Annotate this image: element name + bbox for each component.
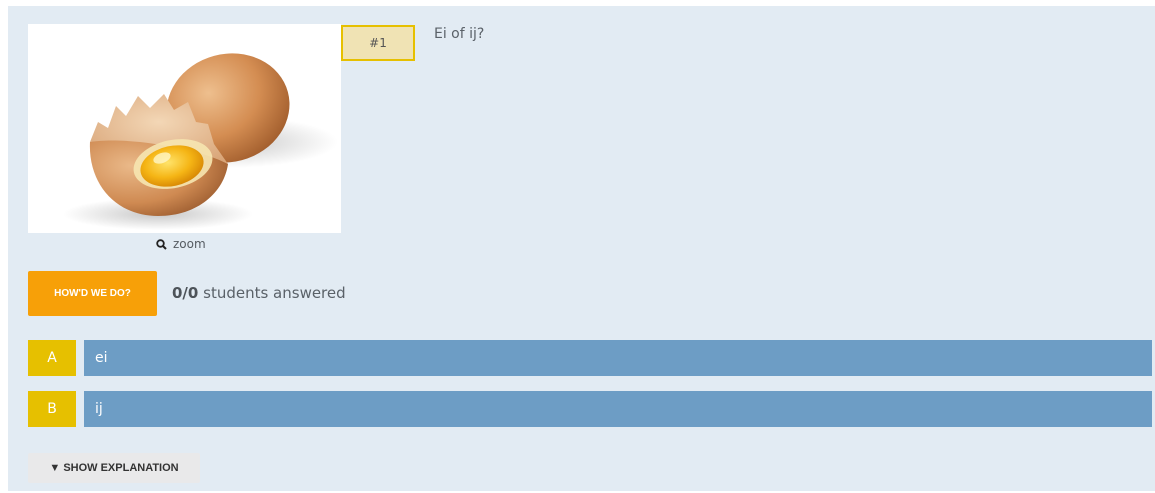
answered-suffix: students answered (198, 284, 346, 302)
answered-count: 0/0 (172, 284, 199, 302)
zoom-label: zoom (173, 237, 206, 251)
question-number-badge: #1 (341, 25, 415, 61)
students-answered: 0/0 students answered (172, 284, 346, 302)
choice-letter-a: A (28, 340, 76, 376)
choice-letter-b: B (28, 391, 76, 427)
choice-text-a: ei (84, 340, 1152, 376)
question-text: Ei of ij? (434, 26, 485, 42)
question-panel: zoom #1 Ei of ij? HOW'D WE DO? 0/0 stude… (8, 6, 1155, 491)
egg-image-icon (28, 24, 341, 233)
show-explanation-button[interactable]: ▼ SHOW EXPLANATION (28, 453, 200, 483)
magnifier-icon (156, 238, 167, 250)
choice-text-b: ij (84, 391, 1152, 427)
question-image[interactable] (28, 24, 341, 233)
choice-a[interactable]: A ei (28, 340, 1152, 376)
howd-we-do-button[interactable]: HOW'D WE DO? (28, 271, 157, 316)
zoom-link[interactable]: zoom (156, 237, 206, 251)
choice-b[interactable]: B ij (28, 391, 1152, 427)
